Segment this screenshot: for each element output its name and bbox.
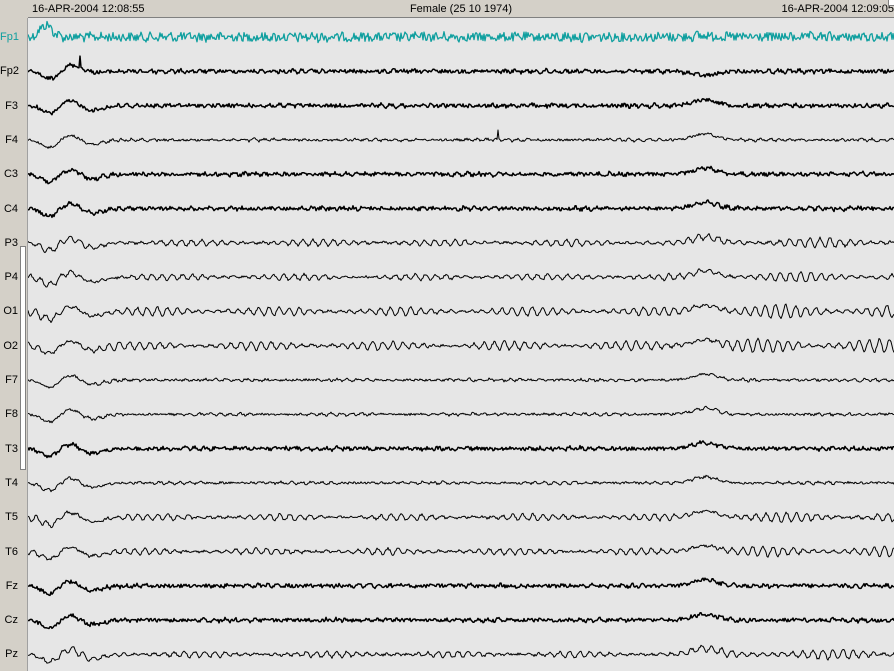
eeg-trace-area[interactable] — [28, 18, 894, 671]
trace-o1 — [28, 303, 894, 323]
eeg-traces-svg — [28, 20, 894, 664]
eeg-viewer-window: 16-APR-2004 12:08:55 Female (25 10 1974)… — [0, 0, 894, 671]
trace-fz — [28, 577, 894, 597]
channel-label-p4[interactable]: P4 — [0, 271, 27, 283]
channel-label-f4[interactable]: F4 — [0, 134, 27, 146]
channel-label-f8[interactable]: F8 — [0, 408, 27, 420]
channel-label-t3[interactable]: T3 — [0, 443, 27, 455]
patient-label: Female (25 10 1974) — [409, 3, 513, 15]
trace-p3 — [28, 233, 894, 254]
trace-p4 — [28, 268, 894, 288]
channel-label-o1[interactable]: O1 — [0, 305, 27, 317]
trace-f8 — [28, 405, 894, 424]
trace-t5 — [28, 509, 894, 529]
channel-label-c4[interactable]: C4 — [0, 203, 27, 215]
channel-label-fp1[interactable]: Fp1 — [0, 31, 27, 43]
corner-box — [888, 0, 894, 6]
trace-f4 — [28, 129, 894, 149]
channel-label-fp2[interactable]: Fp2 — [0, 65, 27, 77]
channel-label-c3[interactable]: C3 — [0, 168, 27, 180]
trace-t6 — [28, 544, 894, 561]
trace-pz — [28, 644, 894, 664]
trace-o2 — [28, 337, 894, 355]
channel-label-o2[interactable]: O2 — [0, 340, 27, 352]
channel-label-f7[interactable]: F7 — [0, 374, 27, 386]
trace-t3 — [28, 440, 894, 459]
trace-f7 — [28, 372, 894, 389]
channel-label-pz[interactable]: Pz — [0, 648, 27, 660]
channel-label-p3[interactable]: P3 — [0, 237, 27, 249]
trace-cz — [28, 611, 894, 630]
time-header: 16-APR-2004 12:08:55 Female (25 10 1974)… — [28, 0, 894, 18]
channel-label-fz[interactable]: Fz — [0, 580, 27, 592]
trace-c3 — [28, 165, 894, 185]
end-time-label: 16-APR-2004 12:09:05 — [781, 3, 894, 15]
trace-c4 — [28, 199, 894, 219]
trace-f3 — [28, 97, 894, 116]
trace-fp1 — [28, 20, 894, 44]
trace-fp2 — [28, 55, 894, 81]
channel-label-cz[interactable]: Cz — [0, 614, 27, 626]
channel-label-f3[interactable]: F3 — [0, 100, 27, 112]
trace-t4 — [28, 474, 894, 493]
channel-label-t6[interactable]: T6 — [0, 546, 27, 558]
channel-label-t4[interactable]: T4 — [0, 477, 27, 489]
start-time-label: 16-APR-2004 12:08:55 — [32, 3, 145, 15]
channel-label-strip: Fp1 Fp2 F3 F4 C3 C4 P3 P4 O1 O2 F7 F8 T3 T4 T5 T6 Fz Cz Pz — [0, 18, 28, 671]
channel-label-t5[interactable]: T5 — [0, 511, 27, 523]
